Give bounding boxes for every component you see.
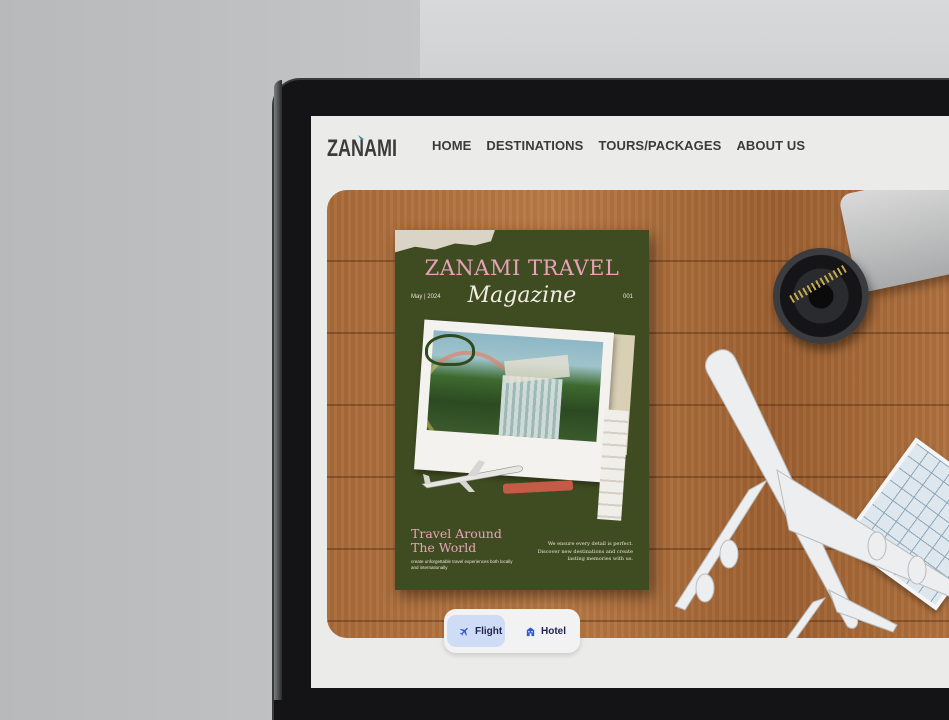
background-wall bbox=[420, 0, 949, 90]
nav-tours-packages[interactable]: TOURS/PACKAGES bbox=[598, 138, 721, 153]
magazine-title: ZANAMI TRAVEL bbox=[424, 256, 620, 280]
magazine-small-text: create unforgettable travel experiences … bbox=[411, 559, 513, 570]
torn-paper-decor bbox=[395, 230, 495, 253]
laptop-edge bbox=[274, 80, 282, 700]
booking-tabs: Flight Hotel bbox=[444, 609, 580, 653]
tab-hotel-label: Hotel bbox=[541, 625, 566, 637]
nav-about-us[interactable]: ABOUT US bbox=[736, 138, 805, 153]
scribble-decor bbox=[425, 334, 475, 366]
magazine-right-text: We ensure every detail is perfect. Disco… bbox=[537, 541, 633, 562]
airplane-model-image bbox=[674, 349, 949, 638]
magazine-date: May | 2024 bbox=[411, 294, 441, 300]
hotel-icon bbox=[526, 626, 535, 636]
tab-hotel[interactable]: Hotel bbox=[525, 615, 566, 647]
laptop-screen: ZANAMI HOME DESTINATIONS TOURS/PACKAGES … bbox=[311, 116, 949, 688]
nav-destinations[interactable]: DESTINATIONS bbox=[486, 138, 583, 153]
hero-banner: ZANAMI TRAVEL Magazine May | 2024 001 Tr… bbox=[327, 190, 949, 638]
magazine-issue: 001 bbox=[622, 294, 633, 300]
site-logo[interactable]: ZANAMI bbox=[327, 132, 399, 160]
magazine-headline: Travel Around The World bbox=[411, 526, 502, 555]
tab-flight-label: Flight bbox=[475, 625, 503, 637]
camera-lens-image bbox=[773, 248, 869, 344]
nav-home[interactable]: HOME bbox=[432, 138, 471, 153]
waterfall-decor bbox=[498, 375, 563, 440]
plane-icon bbox=[459, 627, 468, 636]
main-nav: HOME DESTINATIONS TOURS/PACKAGES ABOUT U… bbox=[432, 138, 805, 153]
small-plane-image bbox=[421, 460, 523, 492]
tab-flight[interactable]: Flight bbox=[447, 615, 505, 647]
magazine-cover: ZANAMI TRAVEL Magazine May | 2024 001 Tr… bbox=[395, 230, 649, 590]
